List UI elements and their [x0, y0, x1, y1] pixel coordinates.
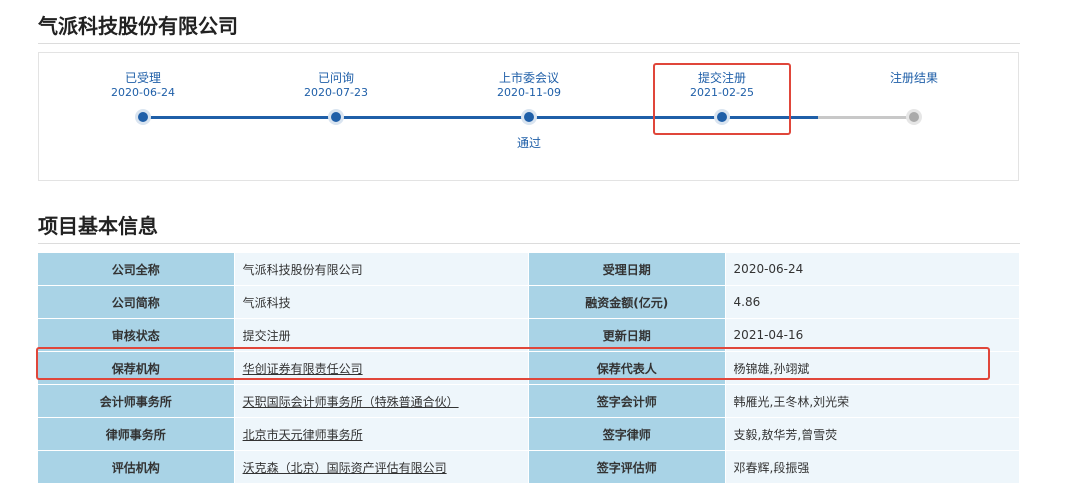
progress-timeline: 已受理 2020-06-24 已问询 2020-07-23 上市委会议 2020…	[38, 52, 1019, 181]
timeline-track-pending	[818, 116, 914, 119]
info-value: 北京市天元律师事务所	[234, 417, 529, 451]
info-value: 气派科技	[234, 285, 529, 319]
info-key: 签字评估师	[528, 450, 726, 484]
info-value: 4.86	[725, 285, 1021, 319]
info-value: 天职国际会计师事务所（特殊普通合伙）	[234, 384, 529, 418]
info-key: 公司全称	[38, 253, 235, 286]
info-key: 律师事务所	[38, 417, 235, 451]
company-title: 气派科技股份有限公司	[38, 14, 238, 38]
timeline-step-result: 通过	[516, 136, 541, 150]
timeline-step-label: 注册结果	[889, 71, 938, 85]
timeline-step-date: 2020-07-23	[304, 86, 368, 99]
highlight-annotation-box	[36, 347, 990, 380]
timeline-step-date: 2020-06-24	[111, 86, 175, 99]
table-row: 公司简称 气派科技 融资金额(亿元) 4.86	[38, 285, 1021, 319]
info-key: 评估机构	[38, 450, 235, 484]
info-value: 韩雁光,王冬林,刘光荣	[725, 384, 1021, 418]
timeline-step-date: 2020-11-09	[497, 86, 561, 99]
table-row: 评估机构 沃克森（北京）国际资产评估有限公司 签字评估师 邓春辉,段振强	[38, 450, 1021, 484]
table-row: 律师事务所 北京市天元律师事务所 签字律师 支毅,敖华芳,曾雪荧	[38, 417, 1021, 451]
timeline-node-registration-result	[909, 112, 919, 122]
info-key: 公司简称	[38, 285, 235, 319]
table-row: 会计师事务所 天职国际会计师事务所（特殊普通合伙） 签字会计师 韩雁光,王冬林,…	[38, 384, 1021, 418]
section-divider	[38, 243, 1020, 244]
timeline-node-accepted	[138, 112, 148, 122]
info-value: 邓春辉,段振强	[725, 450, 1021, 484]
info-key: 签字律师	[528, 417, 726, 451]
info-value: 沃克森（北京）国际资产评估有限公司	[234, 450, 529, 484]
appraisal-firm-link[interactable]: 沃克森（北京）国际资产评估有限公司	[243, 461, 447, 475]
info-key: 签字会计师	[528, 384, 726, 418]
title-divider	[38, 43, 1020, 44]
info-value: 支毅,敖华芳,曾雪荧	[725, 417, 1021, 451]
timeline-node-committee	[524, 112, 534, 122]
timeline-step-label: 上市委会议	[498, 71, 559, 85]
timeline-step-label: 已问询	[317, 71, 354, 85]
timeline-step-label: 已受理	[124, 71, 161, 85]
info-key: 受理日期	[528, 253, 726, 286]
timeline-node-inquired	[331, 112, 341, 122]
info-value: 2020-06-24	[725, 253, 1021, 286]
highlight-annotation-box	[653, 63, 791, 135]
law-firm-link[interactable]: 北京市天元律师事务所	[243, 428, 363, 442]
info-key: 融资金额(亿元)	[528, 285, 726, 319]
info-value: 气派科技股份有限公司	[234, 253, 529, 286]
info-key: 会计师事务所	[38, 384, 235, 418]
section-title: 项目基本信息	[38, 214, 158, 238]
accounting-firm-link[interactable]: 天职国际会计师事务所（特殊普通合伙）	[243, 395, 459, 409]
table-row: 公司全称 气派科技股份有限公司 受理日期 2020-06-24	[38, 253, 1021, 286]
